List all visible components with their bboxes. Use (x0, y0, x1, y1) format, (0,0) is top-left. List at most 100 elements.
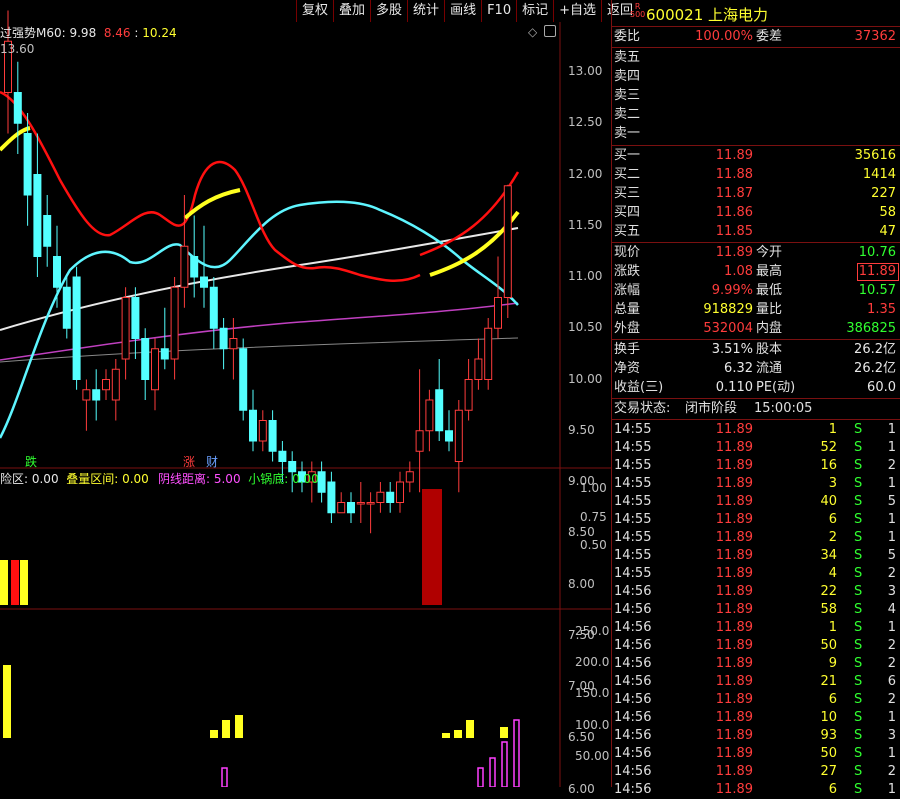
candle-body[interactable] (62, 286, 71, 329)
tick-row: 14:55 11.89 52 S 1 (614, 440, 896, 455)
candle-body[interactable] (180, 245, 189, 288)
candle-body[interactable] (484, 327, 493, 380)
candle-body[interactable] (366, 502, 375, 505)
candle-body[interactable] (102, 379, 110, 391)
stock-title: 600021 上海电力 (646, 4, 768, 25)
candle-body[interactable] (82, 389, 91, 401)
price-axis-label: 8.00 (568, 576, 595, 591)
indicator1-header: 险区: 0.00 叠量区间: 0.00 (0, 470, 149, 487)
candle-body[interactable] (425, 399, 434, 432)
tick-row: 14:55 11.89 16 S 2 (614, 458, 896, 473)
toolbar-button-7[interactable]: +自选 (553, 0, 602, 22)
tick-row: 14:55 11.89 1 S 1 (614, 422, 896, 437)
candle-body[interactable] (209, 286, 218, 329)
ind1-value-d: 小锅底: 0.00 (248, 472, 319, 486)
toolbar-button-3[interactable]: 统计 (407, 0, 445, 22)
candle-body[interactable] (376, 491, 385, 503)
candle-body[interactable] (249, 409, 257, 442)
candle-body[interactable] (43, 215, 52, 247)
price-axis-label: 13.00 (568, 64, 603, 78)
chart-title: 过强势M60: 9.98 (0, 26, 97, 40)
toolbar-button-4[interactable]: 画线 (444, 0, 482, 22)
candle-body[interactable] (258, 420, 267, 442)
price-axis-label: 10.50 (568, 320, 603, 335)
candle-body[interactable] (337, 502, 346, 514)
candle-body[interactable] (33, 174, 42, 257)
ind2-volume-bar (235, 715, 243, 738)
ind2-outline-bar (477, 767, 484, 787)
weibi-row: 委比 100.00% 委差 37362 (614, 29, 896, 44)
ind1-value-b: 叠量区间: 0.00 (66, 472, 149, 486)
candle-body[interactable] (317, 471, 326, 493)
tick-row: 14:55 11.89 2 S 1 (614, 530, 896, 545)
toolbar-button-6[interactable]: 标记 (516, 0, 554, 22)
kline-chart-area[interactable]: 复权 叠加 多股 统计 画线 F10 标记 +自选 返回 过强势M60: 9.98 8.46 :… (0, 0, 639, 796)
buy-level-row: 买四 11.86 58 (614, 205, 896, 220)
toolbar-button-2[interactable]: 多股 (370, 0, 408, 22)
tick-row: 14:55 11.89 4 S 2 (614, 566, 896, 581)
ind2-outline-bar (489, 757, 496, 787)
candle-body[interactable] (72, 276, 81, 380)
tick-row: 14:56 11.89 6 S 1 (614, 782, 896, 797)
candle-body[interactable] (327, 481, 336, 514)
stock-code: 600021 (646, 6, 704, 24)
candle-body[interactable] (268, 420, 277, 452)
candle-body[interactable] (386, 491, 395, 503)
tick-row: 14:56 11.89 93 S 3 (614, 728, 896, 743)
quote-row: 外盘 532004 内盘 386825 (614, 321, 896, 336)
candle-body[interactable] (454, 409, 463, 462)
financial-row: 净资 6.32 流通 26.2亿 (614, 361, 896, 376)
candle-body[interactable] (219, 327, 228, 350)
candle-body[interactable] (131, 297, 140, 339)
indicator1-header-2: 阴线距离: 5.00 小锅底: 0.00 (158, 470, 319, 487)
candle-body[interactable] (121, 297, 130, 360)
candle-body[interactable] (464, 379, 473, 411)
toolbar-button-5[interactable]: F10 (481, 0, 517, 22)
tick-row: 14:56 11.89 50 S 2 (614, 638, 896, 653)
candle-body[interactable] (347, 502, 355, 514)
candle-body[interactable] (229, 338, 238, 350)
candle-body[interactable] (494, 297, 502, 329)
candle-body[interactable] (92, 389, 101, 401)
ind1-value-a: 险区: 0.00 (0, 472, 59, 486)
ind2-axis-label: 200.0 (575, 655, 610, 669)
candle-body[interactable] (23, 133, 32, 196)
toolbar-button-0[interactable]: 复权 (296, 0, 334, 22)
window-toggle-icon[interactable] (544, 25, 556, 37)
candle-body[interactable] (445, 430, 453, 442)
candle-body[interactable] (200, 276, 208, 288)
candle-body[interactable] (160, 348, 169, 360)
candle-body[interactable] (151, 348, 159, 391)
kline-chart-svg[interactable] (0, 0, 611, 787)
candle-body[interactable] (239, 348, 248, 411)
candle-body[interactable] (170, 286, 179, 360)
tick-row: 14:56 11.89 1 S 1 (614, 620, 896, 635)
candle-body[interactable] (111, 368, 120, 401)
candle-body[interactable] (396, 481, 404, 503)
ind2-volume-bar (454, 730, 462, 738)
tick-row: 14:55 11.89 34 S 5 (614, 548, 896, 563)
toolbar-button-1[interactable]: 叠加 (333, 0, 371, 22)
buy-level-row: 买二 11.88 1414 (614, 167, 896, 182)
ind2-outline-bar (221, 767, 228, 787)
tick-row: 14:56 11.89 21 S 6 (614, 674, 896, 689)
candle-body[interactable] (435, 389, 444, 432)
candle-body[interactable] (356, 502, 365, 505)
financial-row: 换手 3.51% 股本 26.2亿 (614, 342, 896, 357)
candle-body[interactable] (405, 471, 414, 483)
candle-body[interactable] (474, 358, 483, 380)
candle-body[interactable] (53, 256, 61, 288)
header-value-2: 8.46 (103, 26, 131, 40)
ind1-axis-label: 0.75 (580, 510, 607, 524)
diamond-icon[interactable]: ◇ (528, 25, 537, 39)
candle-body[interactable] (415, 430, 424, 452)
candle-body[interactable] (190, 256, 199, 278)
tick-row: 14:55 11.89 6 S 1 (614, 512, 896, 527)
ind2-volume-bar (210, 730, 218, 738)
candle-body[interactable] (13, 92, 22, 124)
candle-body[interactable] (141, 338, 150, 380)
candle-body[interactable] (278, 450, 287, 462)
candle-body[interactable] (503, 185, 512, 298)
ind1-bar (0, 560, 8, 605)
ind2-volume-bar (442, 733, 450, 738)
